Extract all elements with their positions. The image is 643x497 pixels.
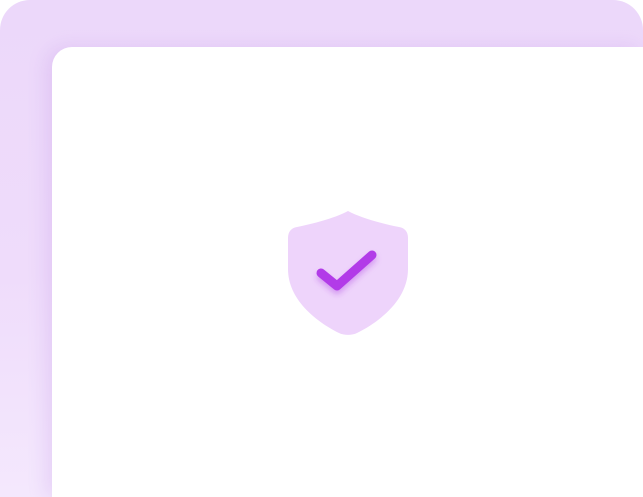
- shield-check-icon: [287, 209, 409, 337]
- background-frame: [0, 0, 643, 497]
- shield-check-svg: [288, 211, 408, 335]
